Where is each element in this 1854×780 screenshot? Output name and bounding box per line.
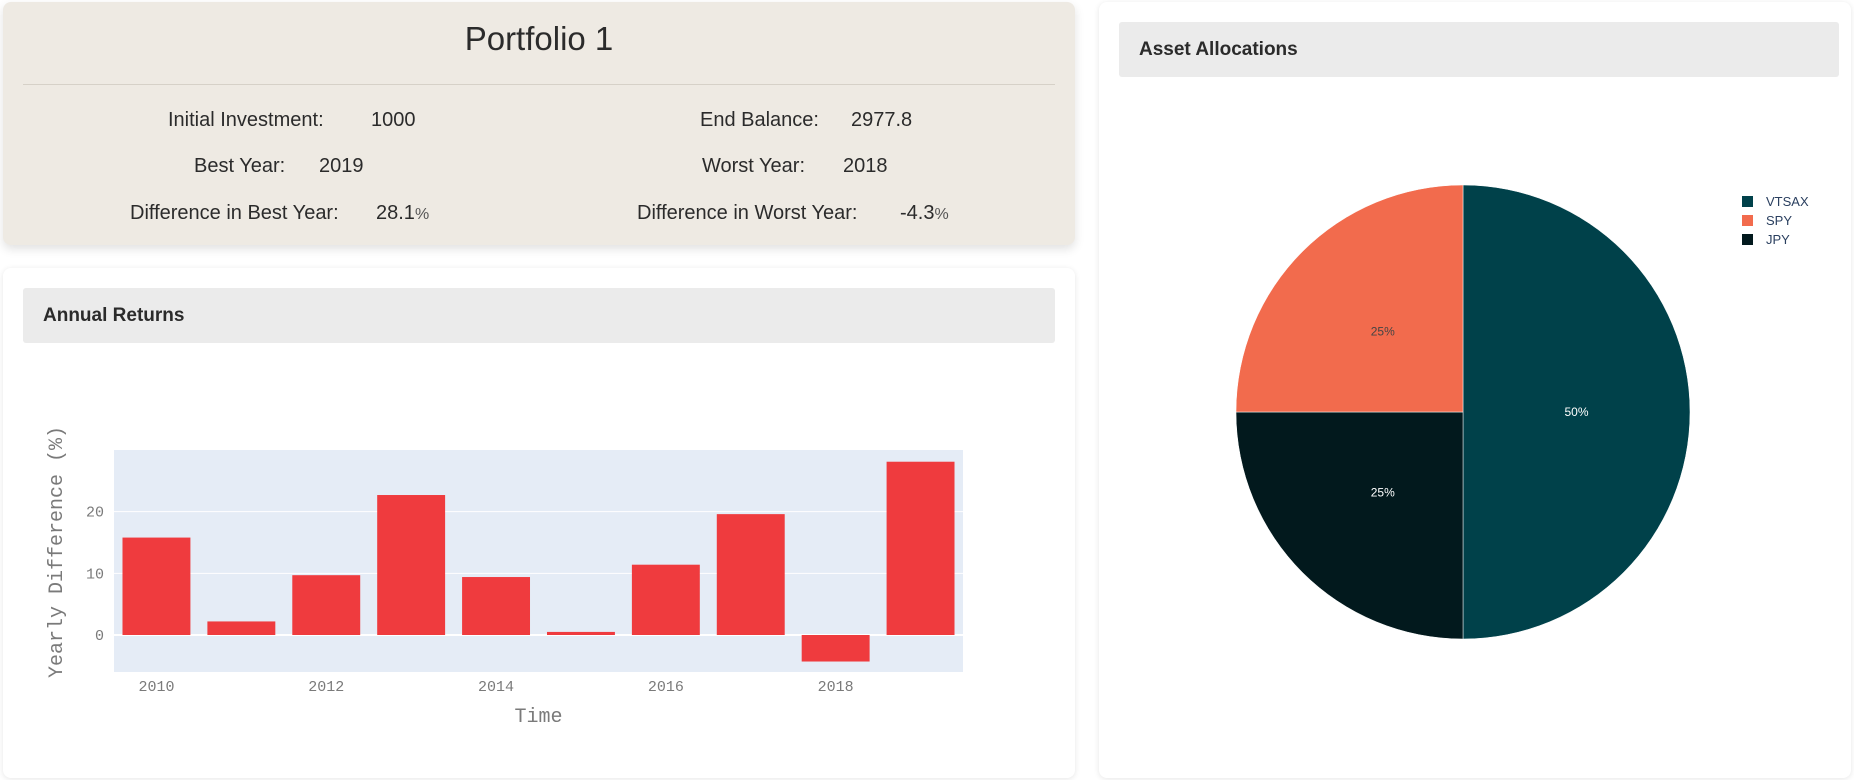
pie-label-spy: 25% xyxy=(1371,325,1395,339)
x-tick-label: 2014 xyxy=(478,679,514,696)
legend-label-vtsax: VTSAX xyxy=(1766,194,1809,209)
y-tick-label: 20 xyxy=(86,505,104,522)
legend-swatch-jpy xyxy=(1742,234,1753,245)
legend-swatch-vtsax xyxy=(1742,196,1753,207)
best-year-label: Best Year: xyxy=(194,155,286,177)
pie-slice-jpy xyxy=(1235,411,1464,640)
annual-returns-card: Annual Returns 0 10 20 2010 2012 2014 2016 2018… xyxy=(3,268,1075,778)
y-tick-label: 0 xyxy=(95,628,104,645)
worst-year-value: 2018 xyxy=(843,155,888,177)
portfolio-summary-card: Portfolio 1 Initial Investment: 1000 End… xyxy=(3,2,1075,245)
pie-slice-spy xyxy=(1235,184,1464,413)
portfolio-title: Portfolio 1 xyxy=(464,20,614,57)
bar-2018 xyxy=(801,635,870,662)
y-tick-label: 10 xyxy=(86,566,104,583)
worst-diff-unit: % xyxy=(934,206,949,223)
x-tick-label: 2016 xyxy=(648,679,684,696)
best-diff-value: 28.1% xyxy=(376,202,430,224)
bar-2019 xyxy=(886,461,955,635)
asset-allocations-card: Asset Allocations 50% 25% 25% VTSAX SPY JPY xyxy=(1099,2,1851,778)
legend-label-jpy: JPY xyxy=(1766,232,1790,247)
legend-swatch-spy xyxy=(1742,215,1753,226)
worst-diff-label: Difference in Worst Year: xyxy=(637,202,858,224)
y-axis-title: Yearly Difference (%) xyxy=(46,426,69,678)
x-tick-label: 2012 xyxy=(308,679,344,696)
initial-investment-label: Initial Investment: xyxy=(168,109,324,131)
x-axis-title: Time xyxy=(514,706,562,729)
best-diff-label: Difference in Best Year: xyxy=(130,202,339,224)
bar-2012 xyxy=(292,575,361,635)
bar-2010 xyxy=(122,537,191,635)
x-tick-label: 2018 xyxy=(818,679,854,696)
summary-divider xyxy=(23,84,1055,85)
asset-allocations-chart[interactable]: 50% 25% 25% VTSAX SPY JPY xyxy=(1099,2,1851,778)
initial-investment-value: 1000 xyxy=(371,109,416,131)
bar-2017 xyxy=(716,514,785,635)
x-tick-label: 2010 xyxy=(138,679,174,696)
annual-returns-chart[interactable]: 0 10 20 2010 2012 2014 2016 2018 Time Yearly Diff… xyxy=(3,268,1075,778)
best-diff-unit: % xyxy=(414,206,430,223)
bar-2016 xyxy=(631,564,700,635)
best-year-value: 2019 xyxy=(319,155,364,177)
pie-label-jpy: 25% xyxy=(1371,485,1395,499)
pie-label-vtsax: 50% xyxy=(1564,405,1588,419)
bar-2015 xyxy=(546,631,615,635)
worst-diff-value: -4.3% xyxy=(900,202,949,224)
bar-2011 xyxy=(207,621,276,635)
legend-label-spy: SPY xyxy=(1766,213,1792,228)
bar-2013 xyxy=(377,495,446,635)
end-balance-label: End Balance: xyxy=(700,109,819,131)
end-balance-value: 2977.8 xyxy=(851,109,913,131)
bar-2014 xyxy=(462,577,531,635)
worst-year-label: Worst Year: xyxy=(702,155,806,177)
